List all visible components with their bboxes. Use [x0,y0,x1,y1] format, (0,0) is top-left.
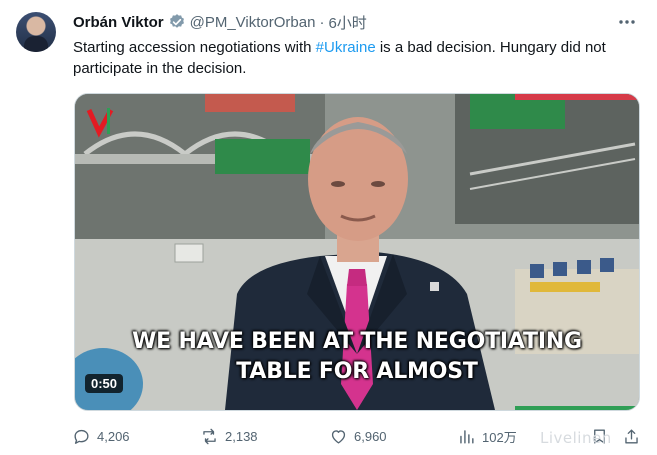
timestamp[interactable]: 6小时 [328,12,366,33]
like-count: 6,960 [354,428,387,444]
views-icon [460,429,474,444]
reply-icon [74,429,89,444]
watermark: Livelinen [540,429,612,447]
tweet-text: Starting accession negotiations with #Uk… [73,37,643,79]
avatar-figure [24,36,48,52]
like-icon [331,429,346,444]
reply-button[interactable]: 4,206 [72,425,130,447]
views-button[interactable]: 102万 [457,425,517,447]
tweet-text-before: Starting accession negotiations with [73,39,316,56]
video-caption-line-1: WE HAVE BEEN AT THE NEGOTIATING [132,329,582,354]
tweet[interactable]: Orbán Viktor @PM_ViktorOrban · 6小时 Start… [0,0,657,455]
more-button[interactable] [616,12,638,32]
reply-count: 4,206 [97,428,130,444]
author-handle[interactable]: @PM_ViktorOrban [190,14,316,31]
author-name[interactable]: Orbán Viktor [73,14,164,31]
tweet-header: Orbán Viktor @PM_ViktorOrban · 6小时 [73,12,367,32]
like-button[interactable]: 6,960 [329,425,387,447]
avatar[interactable] [16,12,56,52]
video-caption-line-2: TABLE FOR ALMOST [236,359,478,384]
share-icon [625,428,638,444]
video-player[interactable]: WE HAVE BEEN AT THE NEGOTIATING TABLE FO… [74,93,640,411]
separator: · [319,13,325,31]
hashtag-link[interactable]: #Ukraine [316,39,376,56]
repost-count: 2,138 [225,428,258,444]
repost-icon [203,428,216,444]
repost-button[interactable]: 2,138 [200,425,258,447]
views-count: 102万 [482,429,517,445]
verified-badge-icon [169,14,184,28]
video-duration: 0:50 [85,374,124,393]
more-icon [619,20,635,24]
share-button[interactable] [622,425,641,447]
